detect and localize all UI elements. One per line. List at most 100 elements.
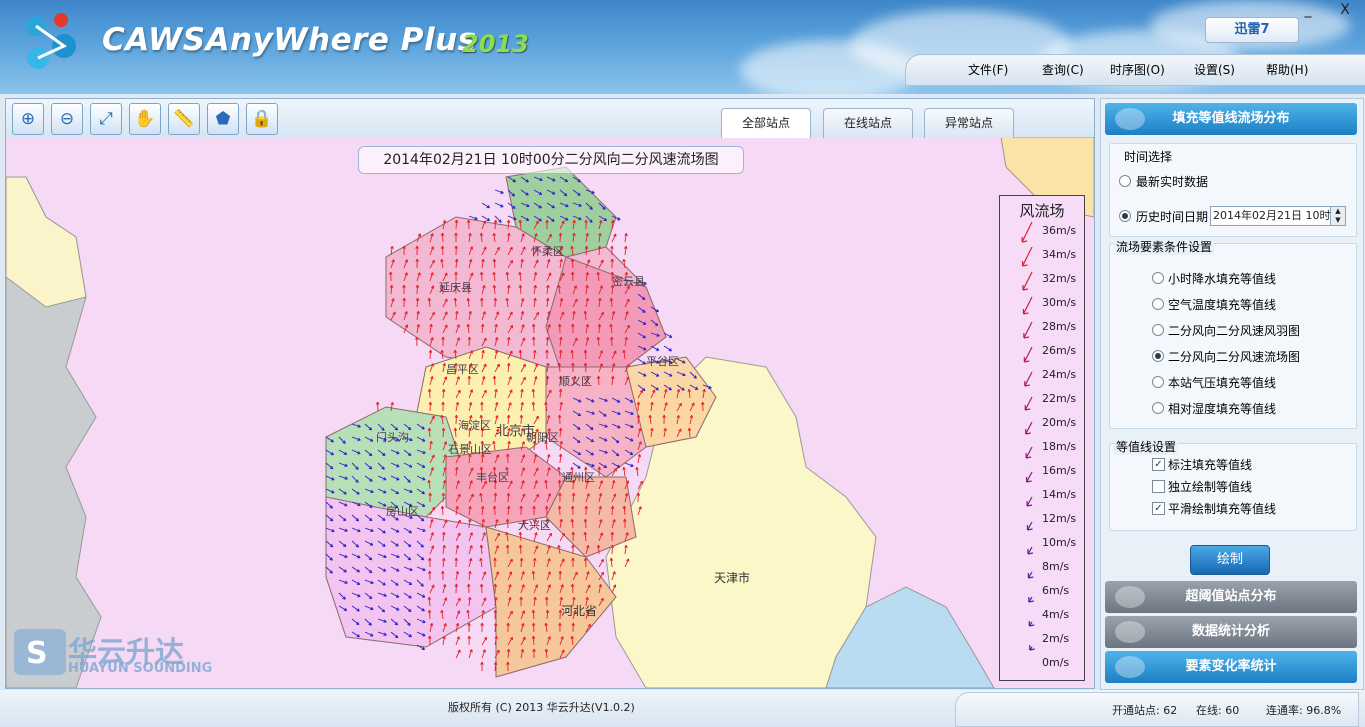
section-statistics[interactable]: 数据统计分析: [1105, 616, 1357, 648]
measure-button[interactable]: 📏: [168, 103, 200, 135]
swirl-icon: [1115, 656, 1145, 678]
legend-arrow-icon: [1025, 421, 1033, 435]
check-label-contour[interactable]: ✓: [1152, 458, 1165, 471]
wind-arrow: [635, 466, 639, 477]
svg-text:S: S: [26, 636, 48, 671]
contour-group: 等值线设置 ✓ 标注填充等值线 独立绘制等值线 ✓ 平滑绘制填充等值线: [1109, 438, 1357, 531]
label-haidian: 海淀区: [458, 418, 491, 432]
minimize-button[interactable]: _: [1293, 0, 1323, 20]
map-title: 2014年02月21日 10时00分二分风向二分风速流场图: [358, 146, 744, 174]
zoom-in-button[interactable]: ⊕: [12, 103, 44, 135]
radio-history-label[interactable]: 历史时间日期: [1136, 208, 1208, 225]
section-threshold-label: 超阈值站点分布: [1185, 589, 1277, 604]
lock-icon: 🔒: [251, 109, 273, 129]
wind-arrow: [598, 558, 604, 568]
wind-arrow: [481, 202, 490, 209]
polygon-button[interactable]: ⬟: [207, 103, 239, 135]
menu-timeseries[interactable]: 时序图(O): [1110, 61, 1165, 78]
radio-latest-label[interactable]: 最新实时数据: [1136, 173, 1208, 190]
legend-arrow-icon: [1029, 645, 1035, 651]
close-button[interactable]: X: [1330, 0, 1360, 20]
section-change-rate[interactable]: 要素变化率统计: [1105, 651, 1357, 683]
legend-entry: 32m/s: [1000, 268, 1084, 292]
section-contour-flow-label: 填充等值线流场分布: [1172, 111, 1290, 126]
swirl-icon: [1115, 586, 1145, 608]
legend-label: 0m/s: [1042, 656, 1070, 669]
radio-history[interactable]: [1119, 210, 1131, 222]
wind-arrow: [467, 622, 471, 633]
radio-humidity[interactable]: [1152, 402, 1164, 414]
menu-file[interactable]: 文件(F): [968, 61, 1008, 78]
time-group-title: 时间选择: [1124, 150, 1173, 164]
copyright-text: 版权所有 (C) 2013 华云升达(V1.0.2): [448, 701, 635, 714]
ruler-icon: 📏: [173, 109, 195, 129]
pan-hand-icon: ✋: [134, 109, 156, 129]
legend-arrow-icon: [1024, 371, 1033, 387]
zoom-out-button[interactable]: ⊖: [51, 103, 83, 135]
wind-arrow: [546, 532, 552, 542]
legend-arrow-icon: [1028, 621, 1035, 627]
radio-latest[interactable]: [1119, 175, 1131, 187]
legend-entry: 28m/s: [1000, 316, 1084, 340]
radio-precip-label[interactable]: 小时降水填充等值线: [1168, 270, 1276, 287]
legend-entry: 2m/s: [1000, 628, 1084, 652]
legend-entry: 16m/s: [1000, 460, 1084, 484]
draw-button[interactable]: 绘制: [1190, 545, 1270, 575]
radio-temperature[interactable]: [1152, 298, 1164, 310]
legend-entry: 18m/s: [1000, 436, 1084, 460]
check-independent-contour-label[interactable]: 独立绘制等值线: [1168, 478, 1252, 495]
label-tianjin: 天津市: [714, 570, 750, 585]
legend-arrow-icon: [1027, 571, 1034, 579]
legend-label: 2m/s: [1042, 632, 1070, 645]
radio-wind-flow-label[interactable]: 二分风向二分风速流场图: [1168, 348, 1300, 365]
menu-settings[interactable]: 设置(S): [1194, 61, 1235, 78]
legend-entry: 4m/s: [1000, 604, 1084, 628]
radio-pressure[interactable]: [1152, 376, 1164, 388]
check-independent-contour[interactable]: [1152, 480, 1165, 493]
spin-up-icon[interactable]: ▲: [1335, 207, 1340, 215]
wind-legend: 风流场 36m/s 34m/s 32m/s 30m/s 28m/s 26m/s 24m/s 2…: [999, 195, 1085, 681]
wind-arrow: [624, 232, 628, 243]
spin-down-icon[interactable]: ▼: [1335, 216, 1340, 224]
pan-button[interactable]: ✋: [129, 103, 161, 135]
xunlei-badge[interactable]: 迅雷7: [1205, 17, 1299, 43]
section-threshold[interactable]: 超阈值站点分布: [1105, 581, 1357, 613]
wind-arrow: [494, 189, 504, 194]
element-group: 流场要素条件设置 小时降水填充等值线 空气温度填充等值线 二分风向二分风速风羽图…: [1109, 238, 1357, 429]
radio-pressure-label[interactable]: 本站气压填充等值线: [1168, 374, 1276, 391]
radio-wind-barb-label[interactable]: 二分风向二分风速风羽图: [1168, 322, 1300, 339]
wind-arrow: [559, 532, 566, 542]
radio-temperature-label[interactable]: 空气温度填充等值线: [1168, 296, 1276, 313]
check-smooth-contour-label[interactable]: 平滑绘制填充等值线: [1168, 500, 1276, 517]
wind-arrow: [442, 635, 446, 646]
legend-label: 22m/s: [1042, 392, 1077, 405]
radio-wind-barb[interactable]: [1152, 324, 1164, 336]
section-contour-flow[interactable]: 填充等值线流场分布: [1105, 103, 1357, 135]
label-changping: 昌平区: [446, 363, 479, 376]
map-toolbar: ⊕ ⊖ ⤢ ✋ 📏 ⬟ 🔒 全部站点 在线站点 异常站点: [6, 99, 1094, 138]
check-label-contour-label[interactable]: 标注填充等值线: [1168, 456, 1252, 473]
menu-query[interactable]: 查询(C): [1042, 61, 1084, 78]
tab-all-stations[interactable]: 全部站点: [721, 108, 811, 138]
radio-humidity-label[interactable]: 相对湿度填充等值线: [1168, 400, 1276, 417]
map-canvas[interactable]: 延庆县 怀柔区 密云县 平谷区 昌平区 顺义区 门头沟 海淀区 北京市 朝阳区 …: [6, 137, 1094, 688]
tab-abnormal-stations[interactable]: 异常站点: [924, 108, 1014, 138]
date-spinner[interactable]: ▲ ▼: [1330, 206, 1346, 226]
check-smooth-contour[interactable]: ✓: [1152, 502, 1165, 515]
radio-precip[interactable]: [1152, 272, 1164, 284]
legend-entry: 26m/s: [1000, 340, 1084, 364]
map-panel[interactable]: 延庆县 怀柔区 密云县 平谷区 昌平区 顺义区 门头沟 海淀区 北京市 朝阳区 …: [5, 98, 1095, 689]
label-miyun: 密云县: [612, 274, 645, 288]
radio-wind-flow[interactable]: [1152, 350, 1164, 362]
label-hebei: 河北省: [561, 604, 597, 618]
legend-arrow-icon: [1021, 221, 1033, 243]
lock-button[interactable]: 🔒: [246, 103, 278, 135]
menu-help[interactable]: 帮助(H): [1266, 61, 1308, 78]
full-extent-button[interactable]: ⤢: [90, 103, 122, 135]
polygon-icon: ⬟: [215, 109, 231, 129]
wind-arrow: [468, 649, 473, 659]
legend-label: 36m/s: [1042, 224, 1077, 237]
date-time-input[interactable]: 2014年02月21日 10时: [1210, 206, 1334, 226]
legend-label: 16m/s: [1042, 464, 1077, 477]
tab-online-stations[interactable]: 在线站点: [823, 108, 913, 138]
